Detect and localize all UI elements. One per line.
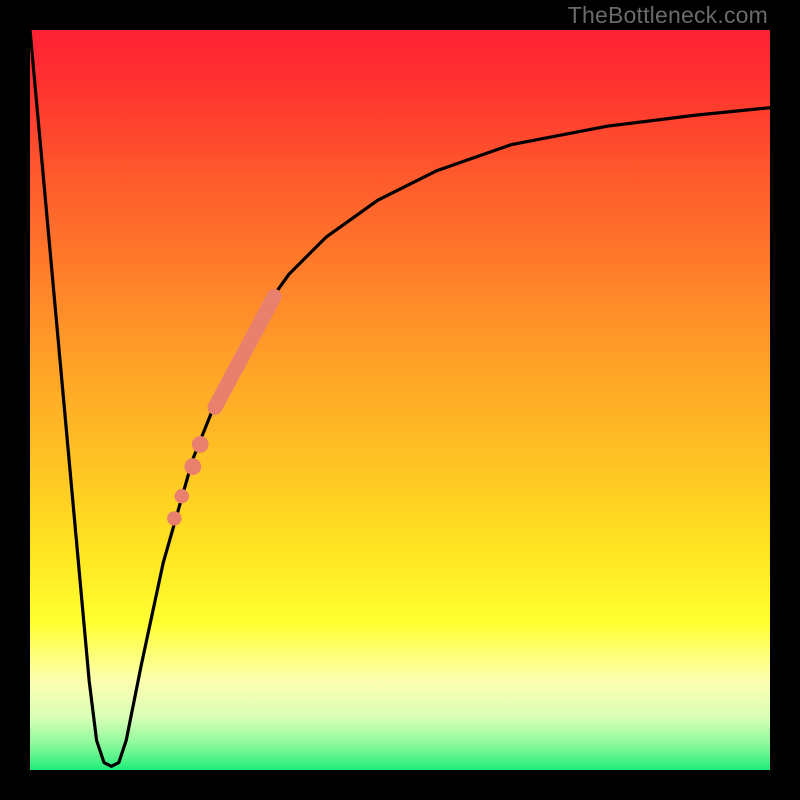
bottleneck-curve xyxy=(30,30,770,766)
chart-frame: TheBottleneck.com xyxy=(0,0,800,800)
curve-layer xyxy=(30,30,770,770)
highlight-dot xyxy=(184,458,201,475)
highlight-segment xyxy=(215,296,274,407)
watermark-text: TheBottleneck.com xyxy=(568,2,768,29)
highlight-dot xyxy=(175,489,189,503)
plot-area xyxy=(30,30,770,770)
highlight-markers xyxy=(167,296,274,525)
highlight-dot xyxy=(167,511,181,525)
highlight-dot xyxy=(192,436,209,453)
